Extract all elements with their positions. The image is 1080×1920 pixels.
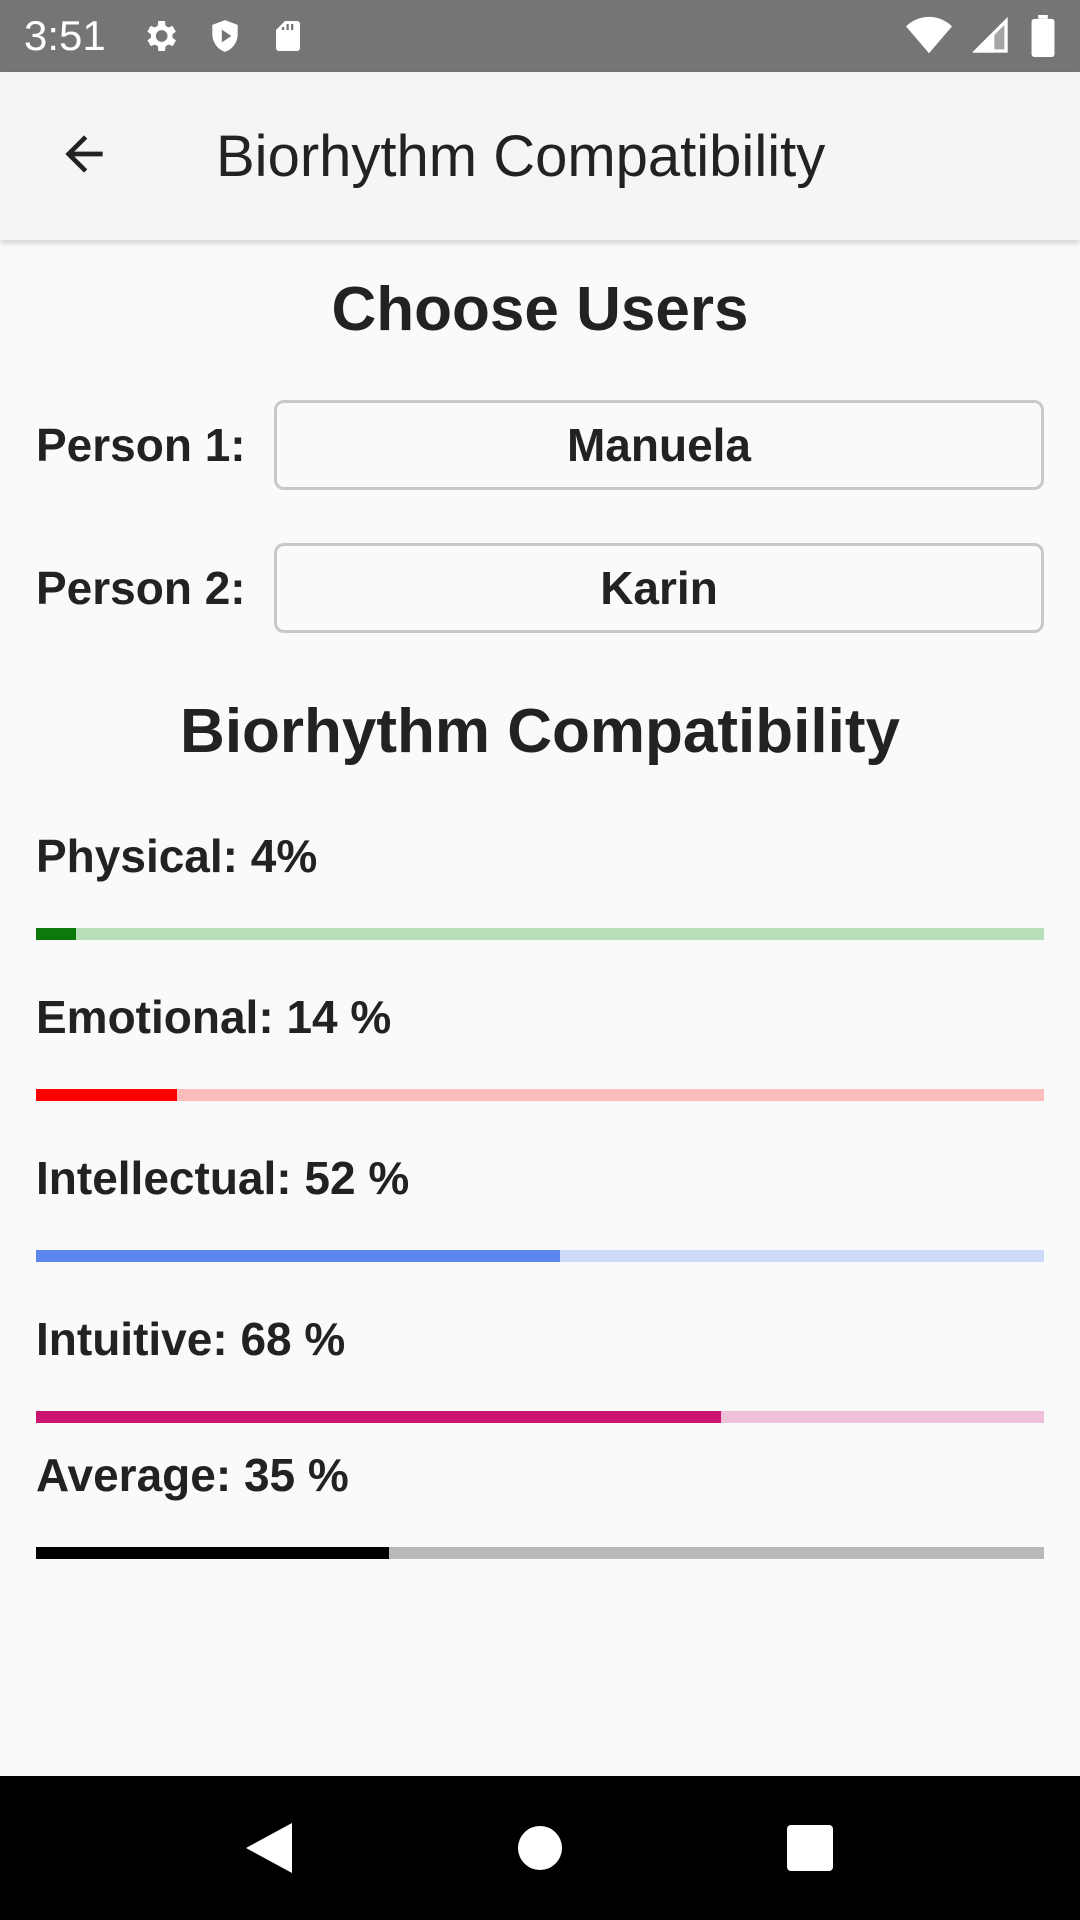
progress-track bbox=[36, 1547, 1044, 1559]
metric-label: Intuitive: 68 % bbox=[36, 1313, 346, 1365]
progress-track bbox=[36, 1411, 1044, 1423]
progress-track bbox=[36, 1250, 1044, 1262]
back-button[interactable] bbox=[34, 106, 134, 206]
metric-label: Physical: 4% bbox=[36, 830, 318, 882]
metric-average: Average: 35 % bbox=[36, 1445, 1044, 1559]
wifi-icon bbox=[906, 16, 952, 56]
status-bar: 3:51 bbox=[0, 0, 1080, 72]
status-icons-right bbox=[906, 15, 1056, 57]
progress-fill bbox=[36, 1089, 178, 1101]
choose-users-title: Choose Users bbox=[331, 275, 749, 344]
person-1-selector[interactable]: Manuela bbox=[274, 400, 1044, 490]
compatibility-title: Biorhythm Compatibility bbox=[180, 697, 900, 766]
nav-back-button[interactable] bbox=[240, 1816, 304, 1880]
metric-intellectual: Intellectual: 52 % bbox=[36, 1148, 1044, 1262]
person-1-label: Person 1: bbox=[36, 419, 246, 471]
progress-fill bbox=[36, 928, 77, 940]
battery-icon bbox=[1030, 15, 1056, 57]
progress-fill bbox=[36, 1547, 389, 1559]
app-title: Biorhythm Compatibility bbox=[216, 123, 826, 189]
metric-label: Average: 35 % bbox=[36, 1449, 349, 1501]
progress-track bbox=[36, 1089, 1044, 1101]
app-bar: Biorhythm Compatibility bbox=[0, 72, 1080, 240]
metric-label: Emotional: 14 % bbox=[36, 991, 392, 1043]
metric-emotional: Emotional: 14 % bbox=[36, 987, 1044, 1101]
status-time: 3:51 bbox=[24, 12, 106, 59]
status-icons-left bbox=[140, 16, 306, 56]
gear-icon bbox=[140, 16, 180, 56]
nav-recents-button[interactable] bbox=[778, 1816, 842, 1880]
person-1-row: Person 1: Manuela bbox=[36, 400, 1044, 490]
progress-track bbox=[36, 928, 1044, 940]
metric-intuitive: Intuitive: 68 % bbox=[36, 1309, 1044, 1423]
navigation-bar bbox=[0, 1776, 1080, 1920]
arrow-left-icon bbox=[56, 126, 112, 187]
nav-home-button[interactable] bbox=[508, 1816, 572, 1880]
person-2-selector[interactable]: Karin bbox=[274, 543, 1044, 633]
signal-icon bbox=[970, 16, 1012, 56]
metric-label: Intellectual: 52 % bbox=[36, 1152, 410, 1204]
person-2-label: Person 2: bbox=[36, 562, 246, 614]
shield-play-icon bbox=[206, 16, 244, 56]
progress-fill bbox=[36, 1250, 561, 1262]
metric-physical: Physical: 4% bbox=[36, 826, 1044, 940]
sd-card-icon bbox=[270, 16, 306, 56]
person-2-row: Person 2: Karin bbox=[36, 543, 1044, 633]
progress-fill bbox=[36, 1411, 722, 1423]
